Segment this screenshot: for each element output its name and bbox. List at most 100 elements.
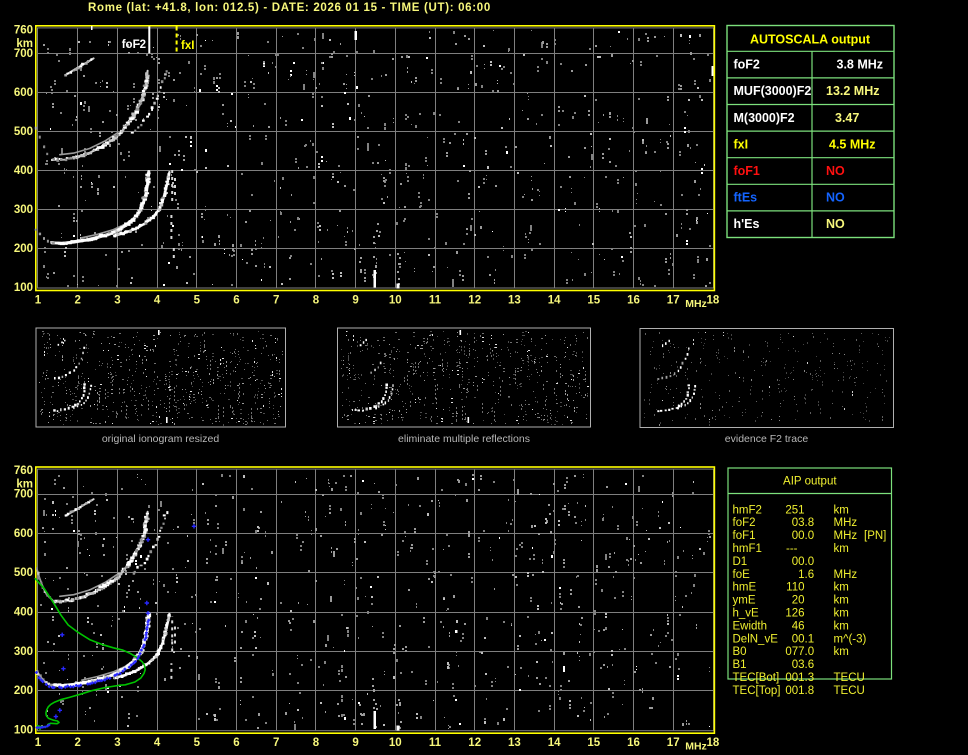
svg-text:foF2: foF2 <box>122 39 146 51</box>
svg-text:2: 2 <box>74 737 80 749</box>
svg-text:500: 500 <box>14 567 33 579</box>
svg-text:km: km <box>834 620 849 632</box>
svg-text:AUTOSCALA output: AUTOSCALA output <box>750 33 871 47</box>
svg-text:00: 00 <box>792 633 805 645</box>
svg-text:13: 13 <box>508 295 521 307</box>
svg-text:400: 400 <box>14 165 33 177</box>
svg-text:001: 001 <box>785 672 804 684</box>
svg-text:.3: .3 <box>805 672 815 684</box>
svg-text:700: 700 <box>14 48 33 60</box>
svg-text:17: 17 <box>667 737 680 749</box>
svg-text:km: km <box>834 608 849 620</box>
svg-text:500: 500 <box>14 126 33 138</box>
svg-text:.8: .8 <box>805 517 815 529</box>
svg-text:100: 100 <box>14 725 33 737</box>
svg-text:5: 5 <box>194 737 201 749</box>
svg-text:3.8 MHz: 3.8 MHz <box>837 58 884 72</box>
svg-text:MHz: MHz <box>685 741 707 753</box>
svg-text:hmF1: hmF1 <box>733 543 762 555</box>
svg-text:3: 3 <box>114 295 120 307</box>
svg-text:B1: B1 <box>733 659 747 671</box>
svg-text:km: km <box>834 543 849 555</box>
svg-text:NO: NO <box>826 191 845 205</box>
svg-text:DelN_vE: DelN_vE <box>733 633 779 645</box>
svg-text:hmF2: hmF2 <box>733 504 762 516</box>
svg-text:12: 12 <box>468 737 481 749</box>
svg-text:Rome (lat: +41.8, lon: 012.5): Rome (lat: +41.8, lon: 012.5) - DATE: 20… <box>88 2 491 14</box>
svg-text:9: 9 <box>352 737 358 749</box>
svg-text:17: 17 <box>667 295 680 307</box>
svg-text:---: --- <box>786 543 798 555</box>
svg-text:km: km <box>834 582 849 594</box>
svg-text:110: 110 <box>786 582 804 594</box>
svg-text:14: 14 <box>548 737 561 749</box>
svg-text:NO: NO <box>826 164 845 178</box>
svg-text:TEC[Top]: TEC[Top] <box>733 685 781 697</box>
svg-text:km: km <box>834 646 849 658</box>
svg-text:m^(-3): m^(-3) <box>834 633 867 645</box>
svg-text:2: 2 <box>74 295 80 307</box>
svg-text:Ewidth: Ewidth <box>733 620 768 632</box>
svg-text:.1: .1 <box>805 633 815 645</box>
svg-text:10: 10 <box>389 737 402 749</box>
svg-text:MHz: MHz <box>834 569 858 581</box>
svg-text:7: 7 <box>273 295 279 307</box>
svg-text:760: 760 <box>14 465 33 477</box>
svg-text:13: 13 <box>508 737 521 749</box>
svg-text:00: 00 <box>792 530 805 542</box>
svg-text:MUF(3000)F2: MUF(3000)F2 <box>734 84 812 98</box>
svg-text:1: 1 <box>35 295 42 307</box>
svg-text:20: 20 <box>792 595 805 607</box>
svg-text:700: 700 <box>14 489 33 501</box>
svg-text:11: 11 <box>429 737 442 749</box>
svg-text:5: 5 <box>194 295 201 307</box>
svg-text:13.2 MHz: 13.2 MHz <box>826 84 880 98</box>
svg-text:4.5 MHz: 4.5 MHz <box>829 137 876 151</box>
svg-text:200: 200 <box>14 243 33 255</box>
svg-text:h'Es: h'Es <box>734 217 760 231</box>
svg-text:11: 11 <box>429 295 442 307</box>
svg-text:ftEs: ftEs <box>734 191 758 205</box>
svg-text:126: 126 <box>785 608 804 620</box>
svg-text:760: 760 <box>14 24 33 36</box>
svg-text:foF2: foF2 <box>733 517 756 529</box>
svg-text:8: 8 <box>313 737 320 749</box>
svg-text:46: 46 <box>792 620 805 632</box>
svg-text:15: 15 <box>587 737 600 749</box>
svg-text:16: 16 <box>627 295 640 307</box>
svg-text:9: 9 <box>352 295 358 307</box>
svg-text:3.47: 3.47 <box>835 111 859 125</box>
svg-text:300: 300 <box>14 646 33 658</box>
svg-text:.0: .0 <box>805 646 815 658</box>
svg-text:foE: foE <box>733 569 751 581</box>
svg-text:B0: B0 <box>733 646 747 658</box>
svg-text:hmE: hmE <box>733 582 757 594</box>
svg-text:001: 001 <box>785 685 804 697</box>
svg-text:ymE: ymE <box>733 595 756 607</box>
svg-text:km: km <box>834 595 849 607</box>
svg-text:fxI: fxI <box>181 40 194 52</box>
svg-text:foF2: foF2 <box>734 58 760 72</box>
svg-text:6: 6 <box>233 737 239 749</box>
svg-text:4: 4 <box>154 295 161 307</box>
svg-text:evidence F2 trace: evidence F2 trace <box>725 433 809 445</box>
svg-text:.8: .8 <box>805 685 815 697</box>
svg-text:10: 10 <box>389 295 402 307</box>
svg-text:3: 3 <box>114 737 120 749</box>
svg-text:km: km <box>834 504 849 516</box>
svg-text:TECU: TECU <box>834 685 865 697</box>
svg-text:AIP output: AIP output <box>783 476 837 488</box>
svg-text:6: 6 <box>233 295 239 307</box>
svg-text:400: 400 <box>14 607 33 619</box>
svg-text:4: 4 <box>154 737 161 749</box>
svg-text:077: 077 <box>785 646 804 658</box>
svg-text:foF1: foF1 <box>734 164 760 178</box>
svg-text:h_vE: h_vE <box>733 608 760 620</box>
svg-text:NO: NO <box>826 217 845 231</box>
svg-text:1: 1 <box>35 737 42 749</box>
svg-text:.0: .0 <box>805 530 815 542</box>
svg-text:18: 18 <box>707 295 720 307</box>
svg-text:.0: .0 <box>805 556 815 568</box>
svg-text:D1: D1 <box>733 556 748 568</box>
svg-text:.6: .6 <box>805 569 815 581</box>
